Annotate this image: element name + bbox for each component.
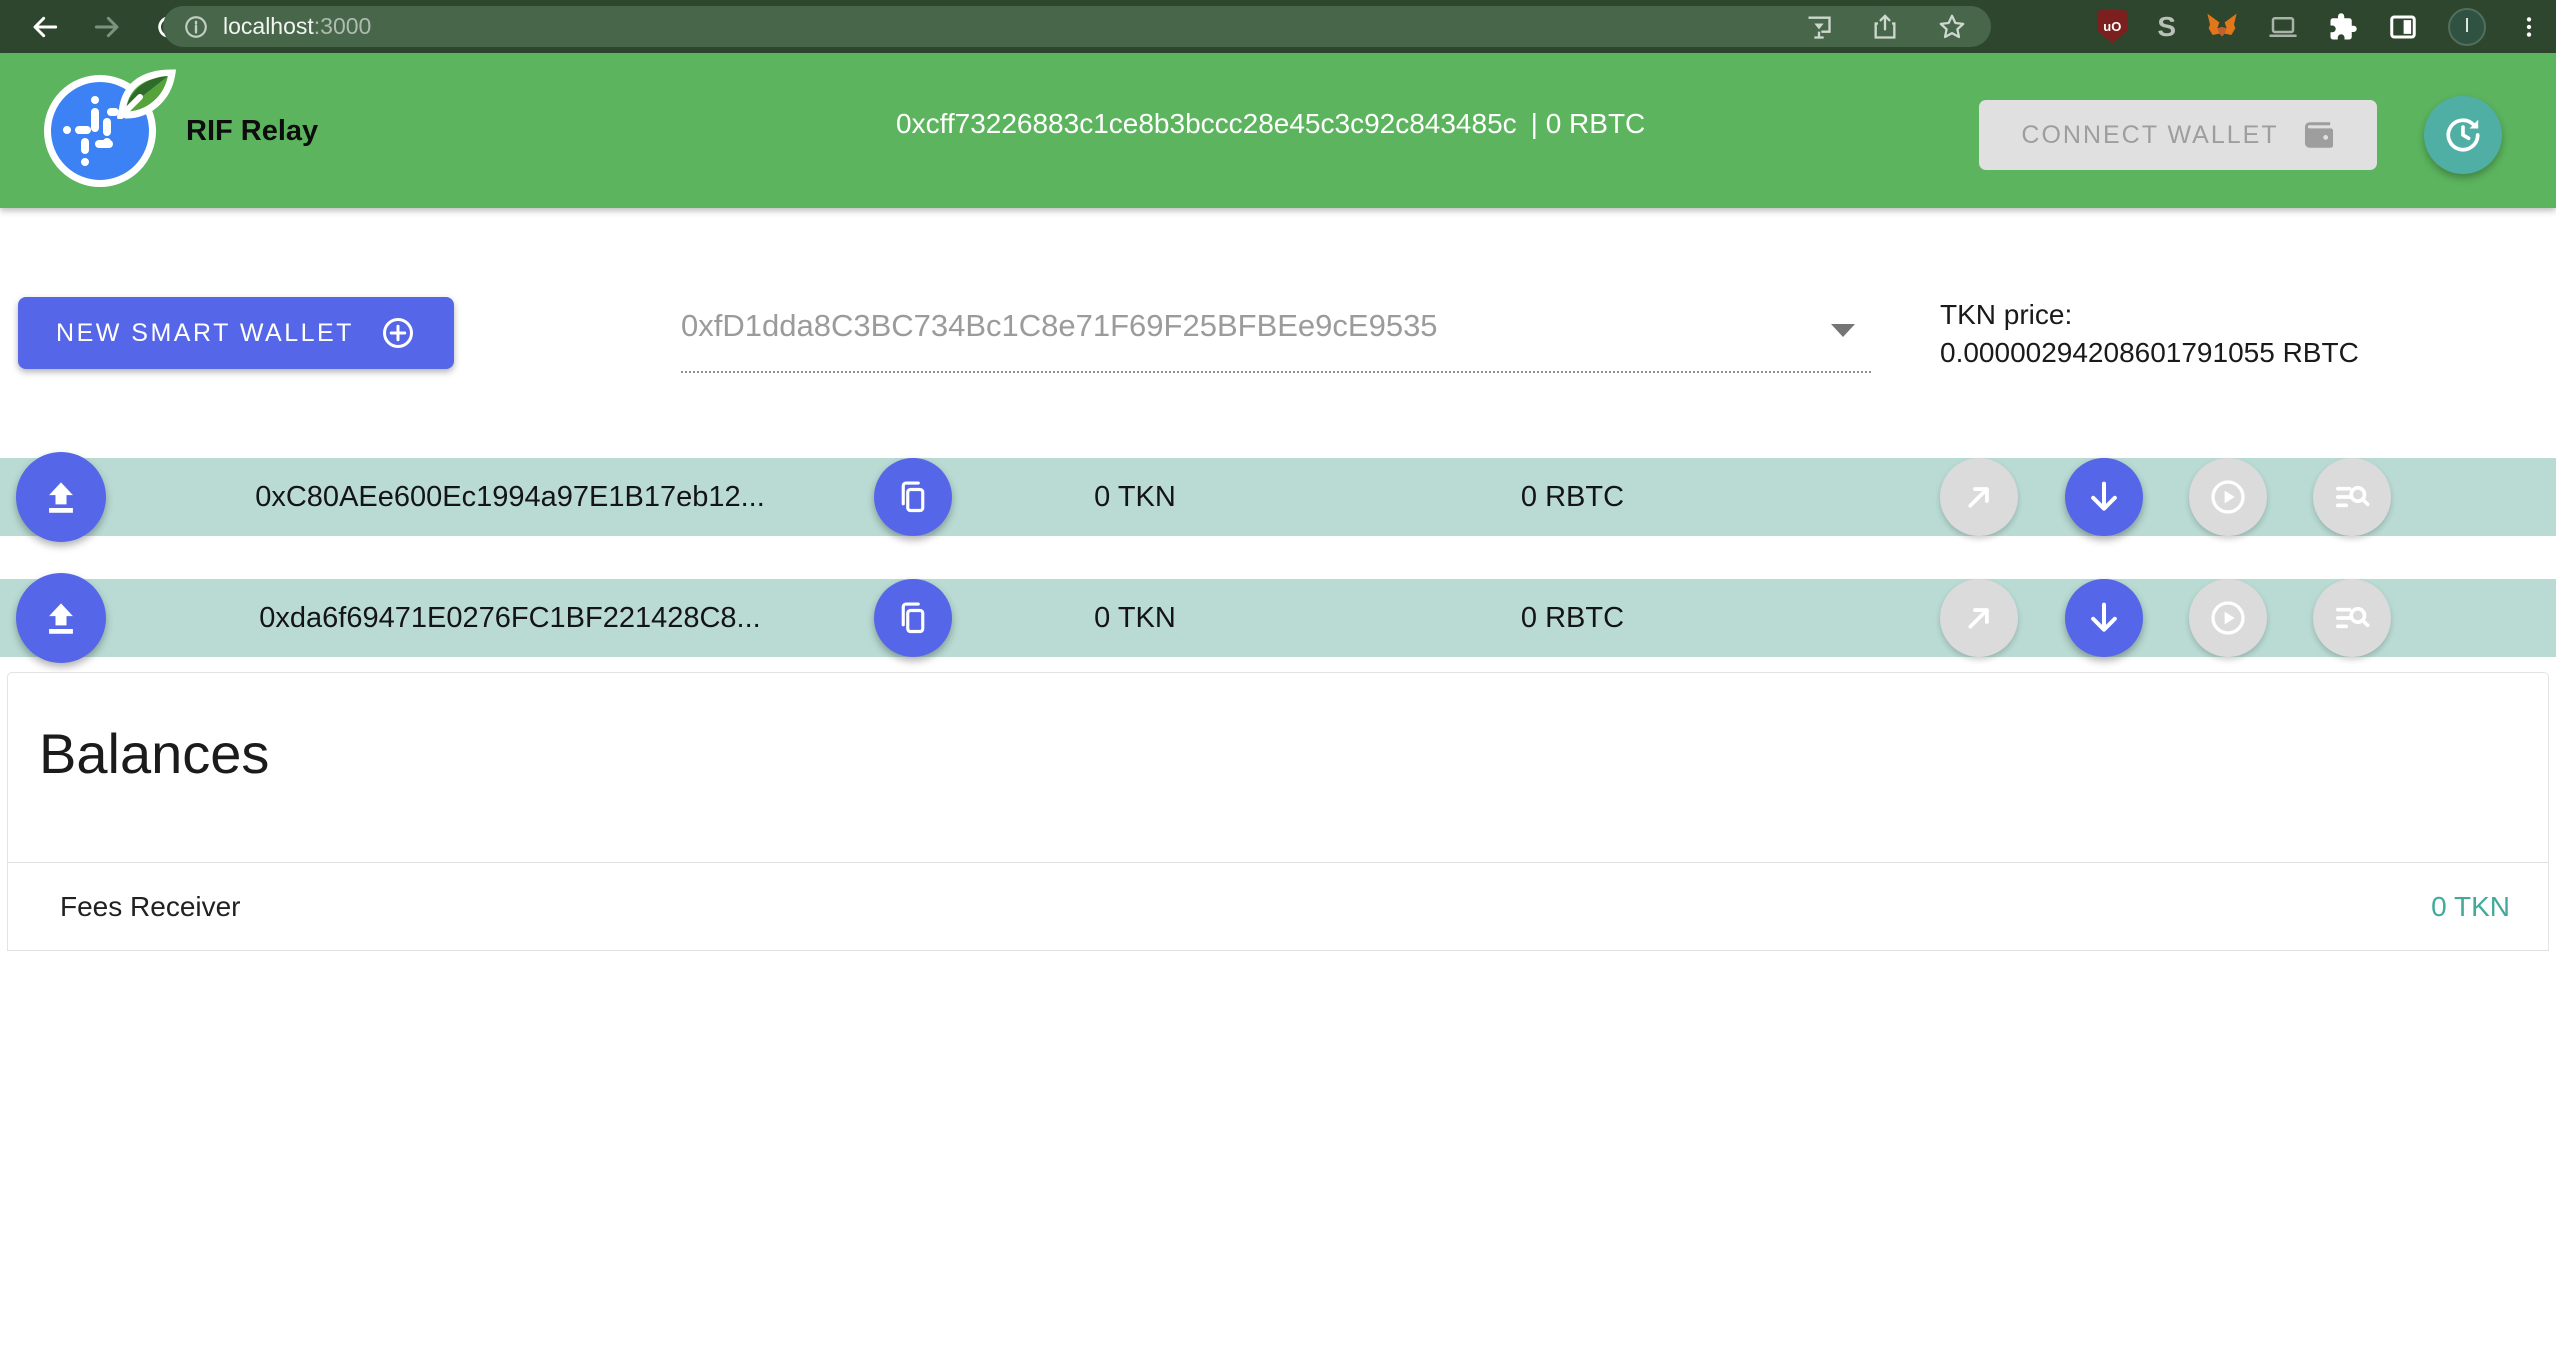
smart-wallet-address: 0xC80AEe600Ec1994a97E1B17eb12... [150, 458, 870, 536]
smart-wallet-select[interactable]: 0xfD1dda8C3BC734Bc1C8e71F69F25BFBEe9cE95… [681, 300, 1871, 373]
smart-wallet-select-value: 0xfD1dda8C3BC734Bc1C8e71F69F25BFBEe9cE95… [681, 308, 1438, 344]
smart-wallet-row: 0xda6f69471E0276FC1BF221428C8... 0 TKN 0… [0, 579, 2556, 657]
new-smart-wallet-button[interactable]: NEW SMART WALLET [18, 297, 454, 369]
sidebar-toggle-icon[interactable] [2388, 12, 2418, 42]
arrow-down-icon [2084, 598, 2124, 638]
fees-receiver-row: Fees Receiver 0 TKN [8, 862, 2548, 951]
tkn-price-label: TKN price: [1940, 296, 2359, 334]
fees-receiver-value: 0 TKN [2431, 891, 2510, 923]
screen-share-icon[interactable] [2268, 12, 2298, 42]
url-bar[interactable]: localhost:3000 [163, 6, 1991, 47]
metamask-extension-icon[interactable] [2206, 11, 2238, 43]
s-extension-icon[interactable]: S [2157, 11, 2176, 43]
manage-search-icon [2332, 477, 2372, 517]
tkn-price: TKN price: 0.00000294208601791055 RBTC [1940, 296, 2359, 372]
arrow-outward-icon [1960, 599, 1998, 637]
app-title: RIF Relay [186, 115, 318, 148]
smart-wallet-row: 0xC80AEe600Ec1994a97E1B17eb12... 0 TKN 0… [0, 458, 2556, 536]
tkn-price-value: 0.00000294208601791055 RBTC [1940, 334, 2359, 372]
copy-address-button[interactable] [874, 579, 952, 657]
arrow-outward-icon [1960, 478, 1998, 516]
wallet-rbtc-balance: 0 RBTC [1435, 458, 1710, 536]
copy-icon [895, 600, 931, 636]
fees-receiver-label: Fees Receiver [60, 891, 241, 923]
balances-title: Balances [39, 721, 269, 786]
wallet-tkn-balance: 0 TKN [1015, 458, 1255, 536]
wallet-tkn-balance: 0 TKN [1015, 579, 1255, 657]
refresh-fab-button[interactable] [2424, 96, 2502, 174]
browser-chrome: localhost:3000 uO S I [0, 0, 2556, 53]
extensions-puzzle-icon[interactable] [2328, 12, 2358, 42]
wallet-icon [2301, 118, 2335, 152]
connect-wallet-label: CONNECT WALLET [2021, 121, 2278, 150]
site-info-icon[interactable] [183, 14, 209, 40]
inspect-transactions-button[interactable] [2313, 579, 2391, 657]
share-icon[interactable] [1871, 13, 1899, 41]
transfer-out-button[interactable] [1940, 579, 2018, 657]
copy-address-button[interactable] [874, 458, 952, 536]
update-icon [2442, 114, 2484, 156]
bookmark-star-icon[interactable] [1937, 12, 1967, 42]
upload-icon [39, 475, 83, 519]
account-address: 0xcff73226883c1ce8b3bccc28e45c3c92c84348… [896, 108, 1517, 139]
leaf-icon [116, 69, 178, 119]
new-smart-wallet-label: NEW SMART WALLET [56, 319, 354, 348]
upload-icon [39, 596, 83, 640]
manage-search-icon [2332, 598, 2372, 638]
profile-avatar[interactable]: I [2448, 8, 2486, 46]
inspect-transactions-button[interactable] [2313, 458, 2391, 536]
rif-relay-logo [44, 73, 174, 193]
ublock-extension-icon[interactable]: uO [2097, 10, 2127, 44]
forward-icon[interactable] [86, 6, 128, 48]
url-port: :3000 [314, 13, 372, 40]
deploy-upload-button[interactable] [16, 573, 106, 663]
browser-menu-icon[interactable] [2516, 14, 2542, 40]
receive-button[interactable] [2065, 579, 2143, 657]
receive-button[interactable] [2065, 458, 2143, 536]
extension-row: uO S I [2097, 5, 2542, 48]
install-app-icon[interactable] [1805, 13, 1833, 41]
arrow-down-icon [2084, 477, 2124, 517]
connect-wallet-button[interactable]: CONNECT WALLET [1979, 100, 2377, 170]
execute-button[interactable] [2189, 579, 2267, 657]
account-summary: 0xcff73226883c1ce8b3bccc28e45c3c92c84348… [896, 108, 1645, 140]
execute-button[interactable] [2189, 458, 2267, 536]
play-circle-icon [2208, 598, 2248, 638]
account-balance: | 0 RBTC [1531, 108, 1646, 139]
add-circle-icon [380, 315, 416, 351]
transfer-out-button[interactable] [1940, 458, 2018, 536]
app-header: RIF Relay 0xcff73226883c1ce8b3bccc28e45c… [0, 53, 2556, 208]
url-host: localhost [223, 13, 314, 40]
wallet-rbtc-balance: 0 RBTC [1435, 579, 1710, 657]
chevron-down-icon [1831, 324, 1855, 337]
copy-icon [895, 479, 931, 515]
smart-wallet-address: 0xda6f69471E0276FC1BF221428C8... [150, 579, 870, 657]
play-circle-icon [2208, 477, 2248, 517]
balances-card: Balances Fees Receiver 0 TKN [7, 672, 2549, 951]
deploy-upload-button[interactable] [16, 452, 106, 542]
back-icon[interactable] [24, 6, 66, 48]
